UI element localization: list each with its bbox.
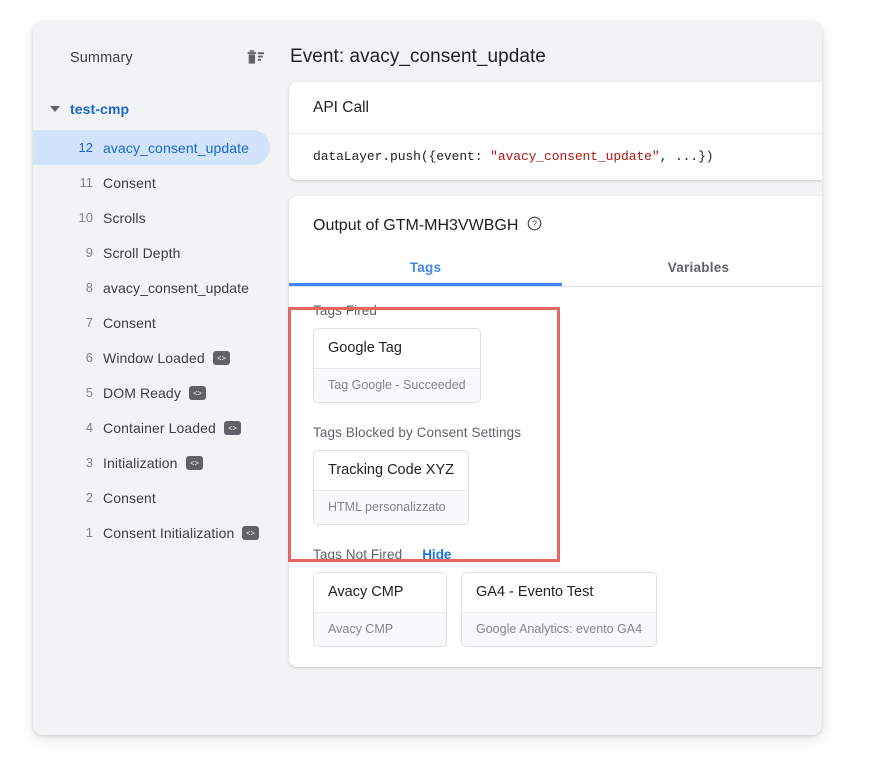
event-label: Scroll Depth bbox=[103, 245, 180, 261]
sidebar-event-7[interactable]: 7 Consent bbox=[33, 305, 286, 340]
chevron-down-icon[interactable] bbox=[50, 106, 60, 112]
event-label: Consent bbox=[103, 175, 156, 191]
tag-card[interactable]: Avacy CMP Avacy CMP bbox=[313, 572, 447, 647]
tags-tab-body: Tags Fired Google Tag Tag Google - Succe… bbox=[289, 287, 822, 667]
tab-variables[interactable]: Variables bbox=[562, 250, 822, 286]
event-number: 7 bbox=[71, 315, 93, 330]
svg-text:<>: <> bbox=[193, 390, 203, 397]
sidebar-event-8[interactable]: 8 avacy_consent_update bbox=[33, 270, 286, 305]
sidebar-event-12[interactable]: 12 avacy_consent_update bbox=[33, 130, 270, 165]
page-title: Event: avacy_consent_update bbox=[286, 46, 822, 68]
tags-fired-section: Tags Fired Google Tag Tag Google - Succe… bbox=[289, 287, 822, 403]
code-icon: <> bbox=[189, 386, 206, 400]
sidebar-event-6[interactable]: 6 Window Loaded <> bbox=[33, 340, 286, 375]
tag-type: Google Analytics: evento GA4 bbox=[462, 612, 656, 646]
sidebar-event-11[interactable]: 11 Consent bbox=[33, 165, 286, 200]
code-icon: <> bbox=[186, 456, 203, 470]
svg-text:<>: <> bbox=[246, 530, 256, 537]
event-label: Consent Initialization bbox=[103, 525, 234, 541]
sidebar-event-10[interactable]: 10 Scrolls bbox=[33, 200, 286, 235]
output-tabs: Tags Variables bbox=[289, 250, 822, 287]
code-icon: <> bbox=[213, 351, 230, 365]
code-prefix: dataLayer.push({event: bbox=[313, 149, 490, 164]
event-label: Window Loaded bbox=[103, 350, 205, 366]
sidebar-event-2[interactable]: 2 Consent bbox=[33, 480, 286, 515]
tag-name: Avacy CMP bbox=[314, 573, 446, 612]
event-number: 6 bbox=[71, 350, 93, 365]
event-label: avacy_consent_update bbox=[103, 140, 249, 156]
sidebar-event-9[interactable]: 9 Scroll Depth bbox=[33, 235, 286, 270]
sidebar-event-5[interactable]: 5 DOM Ready <> bbox=[33, 375, 286, 410]
sidebar-title: Summary bbox=[70, 50, 246, 66]
event-label: Consent bbox=[103, 490, 156, 506]
svg-text:<>: <> bbox=[190, 460, 200, 467]
api-call-panel: API Call dataLayer.push({event: "avacy_c… bbox=[289, 82, 822, 180]
sidebar-event-1[interactable]: 1 Consent Initialization <> bbox=[33, 515, 286, 550]
output-panel: Output of GTM-MH3VWBGH ? Tags Variables bbox=[289, 196, 822, 667]
hide-toggle-link[interactable]: Hide bbox=[422, 547, 451, 562]
sidebar-header: Summary bbox=[33, 38, 286, 78]
event-number: 2 bbox=[71, 490, 93, 505]
code-icon: <> bbox=[242, 526, 259, 540]
event-list: 12 avacy_consent_update 11 Consent 10 Sc… bbox=[33, 130, 286, 550]
code-suffix: , ...}) bbox=[660, 149, 714, 164]
delete-all-icon[interactable] bbox=[246, 48, 266, 68]
tags-not-fired-header: Tags Not Fired Hide bbox=[289, 547, 822, 562]
event-label: Consent bbox=[103, 315, 156, 331]
tag-type: Avacy CMP bbox=[314, 612, 446, 646]
tag-type: HTML personalizzato bbox=[314, 490, 468, 524]
svg-text:<>: <> bbox=[217, 355, 227, 362]
event-label: Initialization bbox=[103, 455, 178, 471]
event-number: 5 bbox=[71, 385, 93, 400]
code-icon: <> bbox=[224, 421, 241, 435]
tag-name: GA4 - Evento Test bbox=[462, 573, 656, 612]
code-string: "avacy_consent_update" bbox=[490, 149, 659, 164]
tag-type: Tag Google - Succeeded bbox=[314, 368, 480, 402]
tag-name: Google Tag bbox=[314, 329, 480, 368]
tags-blocked-row: Tracking Code XYZ HTML personalizzato bbox=[289, 450, 822, 525]
api-call-heading: API Call bbox=[289, 82, 822, 134]
event-label: DOM Ready bbox=[103, 385, 181, 401]
svg-text:?: ? bbox=[532, 219, 537, 229]
event-label: avacy_consent_update bbox=[103, 280, 249, 296]
tab-tags[interactable]: Tags bbox=[289, 250, 562, 286]
container-tree-root[interactable]: test-cmp bbox=[33, 92, 286, 126]
svg-text:<>: <> bbox=[228, 425, 238, 432]
screenshot-root: Summary test-cmp bbox=[0, 0, 879, 781]
api-call-code: dataLayer.push({event: "avacy_consent_up… bbox=[289, 134, 822, 180]
tags-fired-label: Tags Fired bbox=[289, 303, 822, 318]
event-number: 11 bbox=[71, 175, 93, 190]
tag-name: Tracking Code XYZ bbox=[314, 451, 468, 490]
tags-not-fired-section: Tags Not Fired Hide Avacy CMP Avacy CMP … bbox=[289, 525, 822, 647]
sidebar-event-4[interactable]: 4 Container Loaded <> bbox=[33, 410, 286, 445]
event-label: Container Loaded bbox=[103, 420, 216, 436]
output-heading-row: Output of GTM-MH3VWBGH ? bbox=[289, 196, 822, 236]
event-detail-pane: Event: avacy_consent_update API Call dat… bbox=[286, 22, 822, 735]
event-sidebar: Summary test-cmp bbox=[33, 22, 286, 735]
tags-not-fired-row: Avacy CMP Avacy CMP GA4 - Evento Test Go… bbox=[289, 572, 822, 647]
event-number: 8 bbox=[71, 280, 93, 295]
event-number: 12 bbox=[71, 140, 93, 155]
event-number: 10 bbox=[71, 210, 93, 225]
gtm-preview-card: Summary test-cmp bbox=[33, 22, 822, 735]
container-name-label: test-cmp bbox=[70, 101, 129, 117]
output-heading: Output of GTM-MH3VWBGH bbox=[313, 217, 518, 235]
tags-fired-row: Google Tag Tag Google - Succeeded bbox=[289, 328, 822, 403]
tag-card[interactable]: GA4 - Evento Test Google Analytics: even… bbox=[461, 572, 657, 647]
event-number: 9 bbox=[71, 245, 93, 260]
event-number: 3 bbox=[71, 455, 93, 470]
tags-blocked-label: Tags Blocked by Consent Settings bbox=[289, 425, 822, 440]
tag-card[interactable]: Google Tag Tag Google - Succeeded bbox=[313, 328, 481, 403]
event-number: 4 bbox=[71, 420, 93, 435]
sidebar-event-3[interactable]: 3 Initialization <> bbox=[33, 445, 286, 480]
help-circle-icon[interactable]: ? bbox=[527, 216, 542, 236]
event-number: 1 bbox=[71, 525, 93, 540]
tag-card[interactable]: Tracking Code XYZ HTML personalizzato bbox=[313, 450, 469, 525]
tags-not-fired-label: Tags Not Fired bbox=[313, 547, 402, 562]
event-label: Scrolls bbox=[103, 210, 146, 226]
tags-blocked-section: Tags Blocked by Consent Settings Trackin… bbox=[289, 403, 822, 525]
